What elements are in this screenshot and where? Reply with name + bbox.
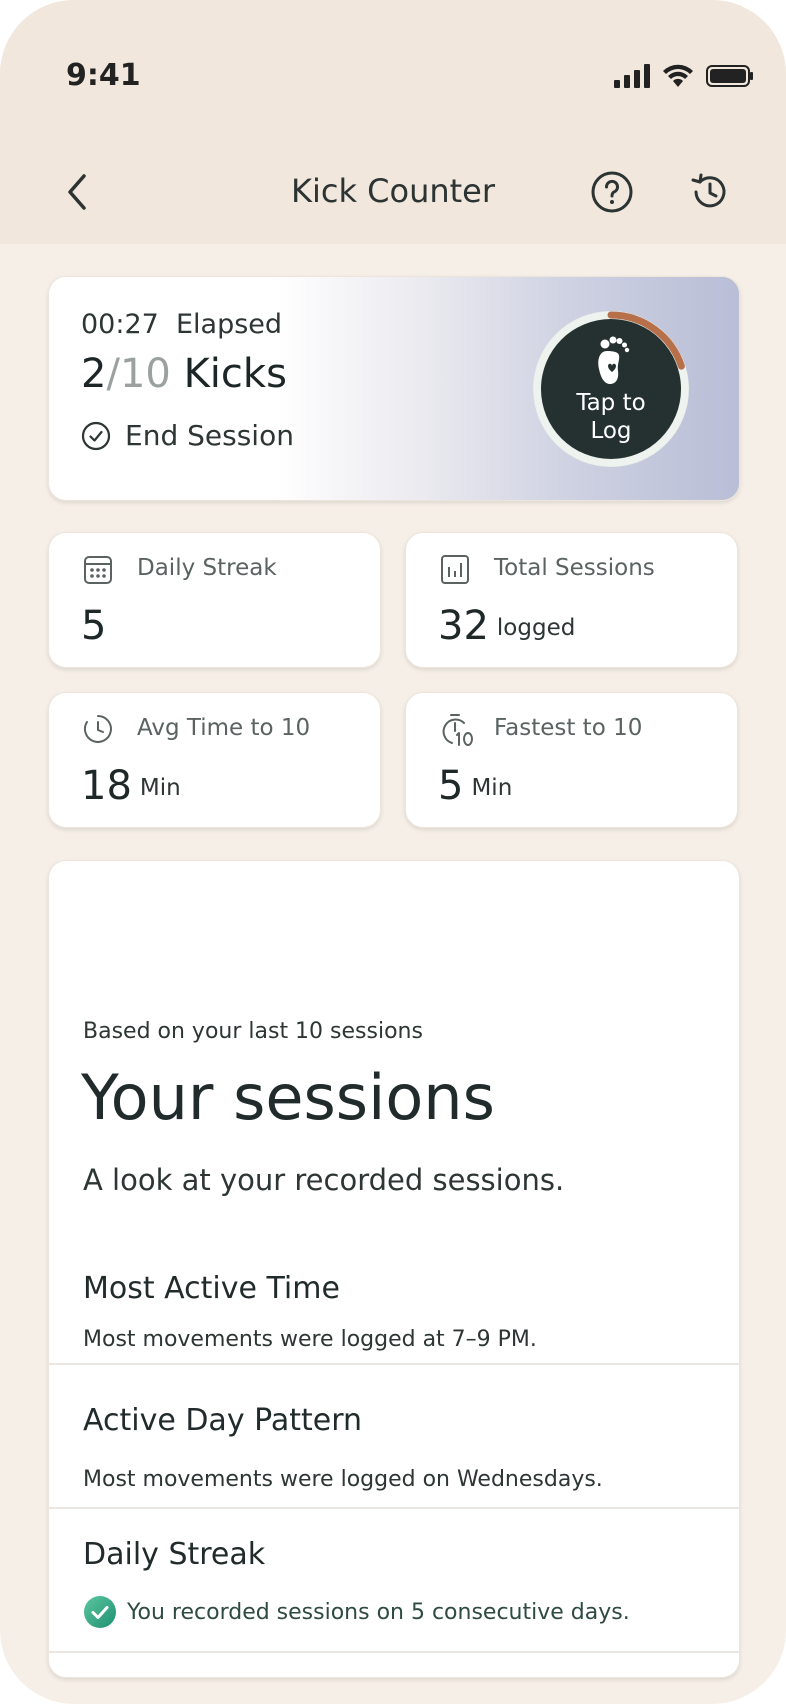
- page-title: Kick Counter: [290, 172, 496, 210]
- insight-text: Most movements were logged on Wednesdays…: [83, 1467, 603, 1492]
- help-icon[interactable]: [590, 170, 634, 214]
- kicks-goal: 10: [119, 351, 171, 397]
- kicks-label: Kicks: [183, 351, 287, 397]
- tap-label-line2: Log: [590, 418, 632, 444]
- tap-label-line1: Tap to: [576, 390, 646, 416]
- based-on-label: Based on your last 10 sessions: [83, 1019, 423, 1044]
- tap-to-log-button[interactable]: Tap to Log: [529, 307, 693, 471]
- calendar-icon: [84, 556, 112, 584]
- elapsed-time: 00:27: [81, 309, 159, 340]
- footprint-icon: [598, 336, 630, 384]
- stat-number: 5: [438, 763, 464, 809]
- stat-unit: Min: [471, 775, 513, 801]
- stat-value: 32 logged: [438, 603, 575, 649]
- active-session-card: 00:27 Elapsed 2/10 Kicks End Session Tap…: [48, 276, 740, 501]
- signal-icon: [614, 64, 650, 88]
- insight-most-active-time: Most Active Time Most movements were log…: [49, 1241, 739, 1365]
- clock-icon: [84, 715, 112, 743]
- history-icon[interactable]: [688, 170, 732, 214]
- streak-line: You recorded sessions on 5 consecutive d…: [83, 1595, 630, 1629]
- header: 9:41 Kick Counter: [0, 0, 786, 244]
- kicks-separator: /: [106, 351, 120, 397]
- phone-screen: 9:41 Kick Counter 00:27 Elapsed 2/10 Kic…: [0, 0, 786, 1704]
- stat-title: Avg Time to 10: [137, 715, 311, 741]
- stat-card-fastest: Fastest to 10 5 Min: [405, 692, 738, 828]
- stat-card-total-sessions: Total Sessions 32 logged: [405, 532, 738, 668]
- insight-text: You recorded sessions on 5 consecutive d…: [127, 1599, 630, 1625]
- kicks-current: 2: [81, 351, 107, 397]
- kick-count: 2/10 Kicks: [81, 351, 287, 397]
- stat-card-avg-time: Avg Time to 10 18 Min: [48, 692, 381, 828]
- stat-unit: Min: [139, 775, 181, 801]
- stat-title: Fastest to 10: [494, 715, 643, 741]
- wifi-icon: [663, 64, 693, 87]
- stat-number: 18: [81, 763, 132, 809]
- stat-number: 32: [438, 603, 489, 649]
- stat-card-daily-streak: Daily Streak 5: [48, 532, 381, 668]
- sessions-insights-card: Based on your last 10 sessions Your sess…: [48, 860, 740, 1678]
- tap-button-face[interactable]: Tap to Log: [541, 319, 681, 459]
- insight-text: Most movements were logged at 7–9 PM.: [83, 1327, 537, 1352]
- bar-chart-icon: [441, 555, 469, 584]
- end-session-button[interactable]: End Session: [81, 419, 294, 452]
- insight-daily-streak: Daily Streak You recorded sessions on 5 …: [49, 1509, 739, 1653]
- status-time: 9:41: [66, 58, 141, 93]
- stat-value: 18 Min: [81, 763, 181, 809]
- stat-title: Total Sessions: [494, 555, 655, 581]
- stopwatch-10-icon: [442, 714, 473, 746]
- check-circle-icon: [81, 421, 111, 450]
- check-badge-icon: [84, 1596, 116, 1628]
- stat-unit: logged: [496, 615, 576, 641]
- battery-icon: [706, 65, 753, 87]
- elapsed-label: Elapsed: [175, 309, 283, 340]
- stat-title: Daily Streak: [137, 555, 277, 581]
- sessions-subtitle: A look at your recorded sessions.: [83, 1163, 565, 1197]
- insight-title: Active Day Pattern: [83, 1403, 363, 1438]
- insight-title: Most Active Time: [83, 1271, 340, 1306]
- insight-title: Daily Streak: [83, 1537, 266, 1572]
- tap-to-log-label: Tap to Log: [541, 389, 681, 445]
- stat-number: 5: [81, 603, 107, 649]
- stat-value: 5 Min: [438, 763, 512, 809]
- insight-active-day: Active Day Pattern Most movements were l…: [49, 1365, 739, 1509]
- stat-value: 5: [81, 603, 106, 649]
- status-icons: [614, 64, 754, 88]
- sessions-title: Your sessions: [81, 1061, 495, 1134]
- elapsed-timer: 00:27 Elapsed: [81, 309, 282, 340]
- end-session-label: End Session: [125, 419, 294, 452]
